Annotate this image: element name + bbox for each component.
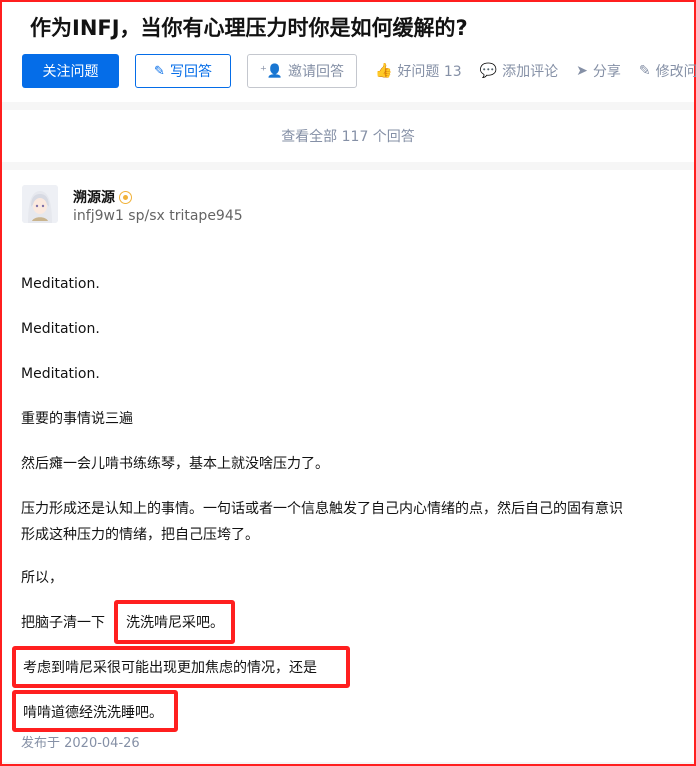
good-question-label: 好问题 13 (397, 64, 462, 80)
edit-question-label: 修改问 (655, 64, 696, 80)
edit-icon: ✎ (638, 63, 651, 79)
share-icon: ➤ (576, 63, 588, 79)
edit-question-button[interactable]: ✎ 修改问 (639, 61, 696, 81)
view-all-answers-link[interactable]: 查看全部 117 个回答 (2, 110, 694, 162)
write-answer-button[interactable]: ✎ 写回答 (135, 54, 231, 88)
highlighted-text-1: 洗洗啃尼采吧。 (126, 615, 224, 631)
add-comment-button[interactable]: 💬 添加评论 (480, 61, 558, 81)
highlighted-text-3: 啃啃道德经洗洗睡吧。 (23, 705, 163, 721)
write-answer-label: 写回答 (169, 64, 212, 80)
follow-question-label: 关注问题 (42, 64, 99, 80)
author-name[interactable]: 溯源源 (73, 187, 132, 207)
thumbs-up-icon: 👍 (375, 63, 393, 79)
question-actions: 关注问题 ✎ 写回答 ⁺👤 邀请回答 👍 好问题 13 💬 添加评论 ➤ 分享 … (22, 54, 696, 88)
invite-answer-button[interactable]: ⁺👤 邀请回答 (247, 54, 357, 88)
answer-paragraph: 压力形成还是认知上的事情。一句话或者一个信息触发了自己内心情绪的点，然后自己的固… (21, 501, 623, 517)
answer-paragraph: Meditation. (21, 276, 100, 292)
published-date[interactable]: 发布于 2020-04-26 (21, 732, 140, 751)
answer-line-prefix: 把脑子清一下 (21, 615, 105, 631)
author-name-text: 溯源源 (73, 190, 115, 206)
answer-paragraph: 所以， (21, 570, 63, 586)
answer-paragraph: Meditation. (21, 321, 100, 337)
answer-paragraph: 然后瘫一会儿啃书练练琴，基本上就没啥压力了。 (21, 456, 329, 472)
invite-user-icon: ⁺👤 (259, 63, 284, 79)
pencil-icon: ✎ (154, 63, 165, 79)
answer-paragraph: 形成这种压力的情绪，把自己压垮了。 (21, 527, 259, 543)
question-title[interactable]: 作为INFJ，当你有心理压力时你是如何缓解的? (30, 12, 468, 42)
author-badge-icon (119, 190, 132, 204)
answer-paragraph: Meditation. (21, 366, 100, 382)
answer-card: 溯源源 infj9w1 sp/sx tritape945 Meditation.… (2, 170, 694, 762)
question-header: 作为INFJ，当你有心理压力时你是如何缓解的? 关注问题 ✎ 写回答 ⁺👤 邀请… (2, 2, 696, 102)
invite-answer-label: 邀请回答 (288, 64, 345, 80)
answer-paragraph: 重要的事情说三遍 (21, 411, 133, 427)
share-button[interactable]: ➤ 分享 (576, 61, 621, 81)
highlighted-text-2: 考虑到啃尼采很可能出现更加焦虑的情况，还是 (23, 660, 317, 676)
avatar[interactable] (22, 185, 58, 223)
comment-icon: 💬 (479, 63, 498, 79)
view-all-answers-label: 查看全部 117 个回答 (281, 129, 415, 145)
author-bio: infj9w1 sp/sx tritape945 (73, 208, 243, 224)
share-label: 分享 (592, 64, 621, 80)
follow-question-button[interactable]: 关注问题 (22, 54, 119, 88)
add-comment-label: 添加评论 (502, 64, 559, 80)
good-question-button[interactable]: 👍 好问题 13 (375, 61, 462, 81)
